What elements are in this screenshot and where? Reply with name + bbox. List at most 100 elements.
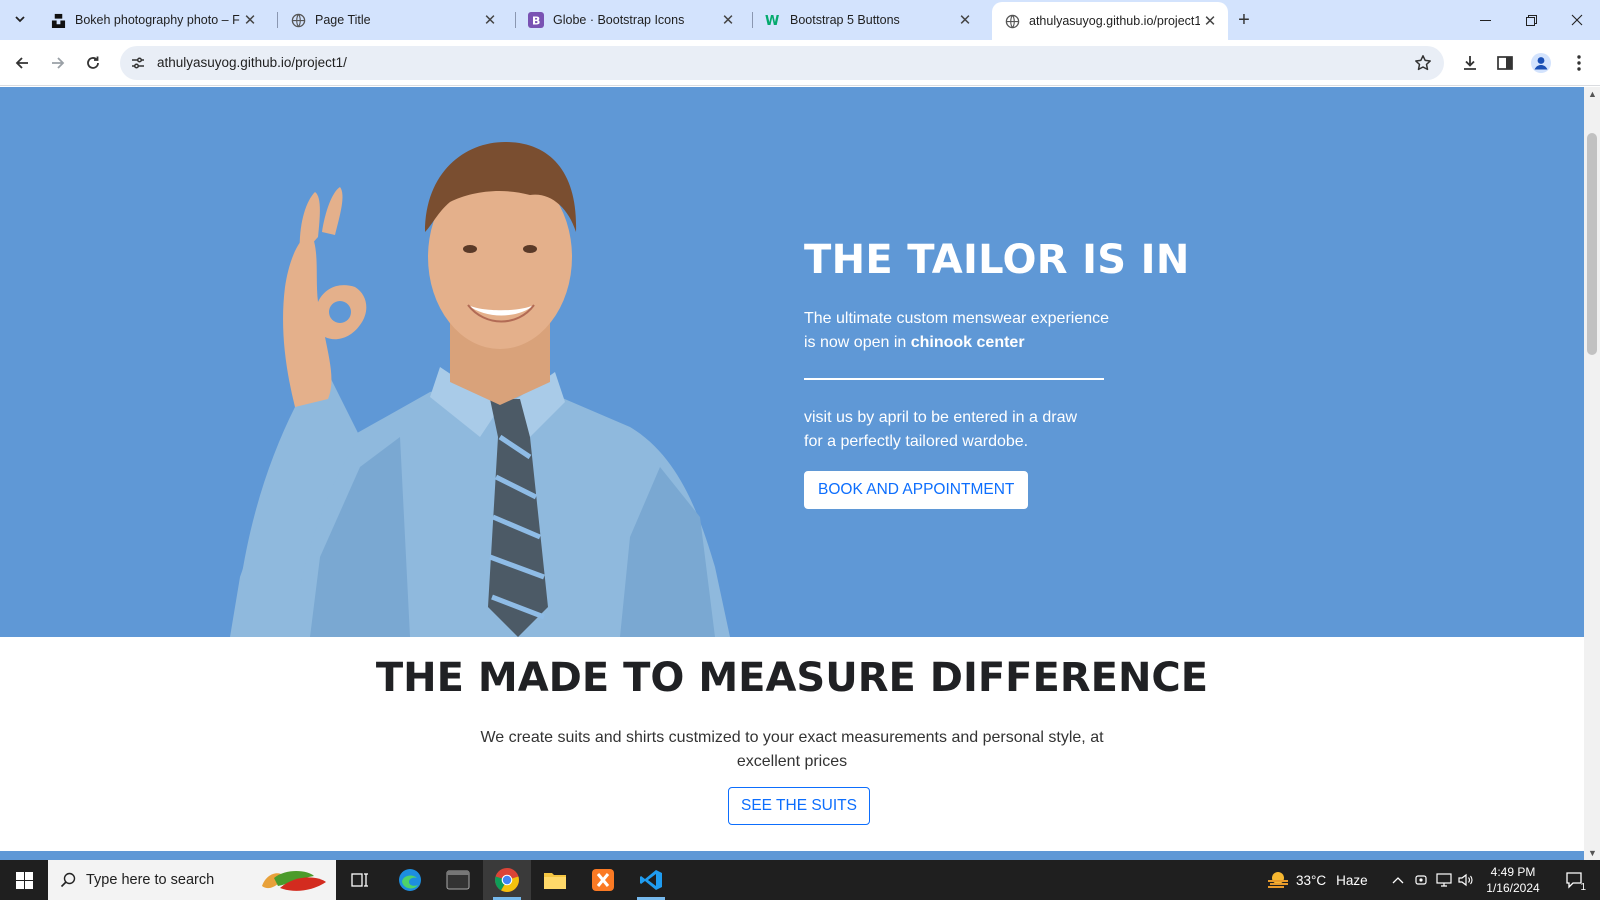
taskbar-xampp[interactable] — [579, 860, 627, 900]
weather-widget[interactable]: 33°C Haze — [1266, 860, 1368, 900]
network-icon[interactable] — [1436, 872, 1452, 888]
url-text[interactable]: athulyasuyog.github.io/project1/ — [157, 55, 347, 70]
difference-text: We create suits and shirts custmized to … — [480, 729, 1104, 770]
weather-temperature: 33°C — [1296, 872, 1327, 888]
tab-project1-active[interactable]: athulyasuyog.github.io/project1 ✕ — [992, 2, 1228, 40]
close-icon[interactable]: ✕ — [955, 10, 975, 30]
windows-logo-icon — [15, 871, 33, 889]
w3schools-icon: W — [765, 12, 781, 28]
tab-search-button[interactable] — [7, 6, 33, 32]
address-bar[interactable]: athulyasuyog.github.io/project1/ — [120, 46, 1444, 80]
chrome-icon — [495, 868, 519, 892]
tab-title: Globe · Bootstrap Icons — [553, 13, 685, 27]
minimize-button[interactable] — [1462, 0, 1508, 40]
terminal-icon — [446, 870, 470, 890]
taskbar-edge[interactable] — [386, 860, 434, 900]
arrow-left-icon — [15, 57, 28, 69]
taskbar-search-box[interactable]: Type here to search — [48, 860, 336, 900]
download-icon[interactable] — [1457, 50, 1483, 76]
scrollbar-thumb[interactable] — [1587, 133, 1597, 355]
new-tab-button[interactable]: + — [1232, 8, 1256, 32]
folder-icon — [544, 873, 566, 889]
menu-kebab-icon[interactable] — [1566, 50, 1592, 76]
tab-title: athulyasuyog.github.io/project1 — [1029, 14, 1200, 28]
tab-bootstrap-buttons[interactable]: W Bootstrap 5 Buttons ✕ — [753, 0, 983, 40]
task-view-button[interactable] — [336, 860, 384, 900]
start-button[interactable] — [0, 860, 48, 900]
arrow-right-icon — [52, 57, 65, 69]
search-placeholder: Type here to search — [86, 872, 215, 888]
search-icon — [60, 872, 76, 888]
windows-taskbar: Type here to search 33°C Haze 4:49 PM 1/… — [0, 860, 1600, 900]
volume-icon[interactable] — [1458, 872, 1474, 888]
reload-button[interactable] — [78, 48, 108, 78]
close-icon[interactable]: ✕ — [1200, 11, 1220, 31]
hero-title: THE TAILOR IS IN — [804, 237, 1190, 283]
system-clock[interactable]: 4:49 PM 1/16/2024 — [1478, 864, 1548, 896]
tab-strip: Bokeh photography photo – Fr ✕ Page Titl… — [0, 0, 1600, 40]
chevron-down-icon — [15, 16, 25, 23]
page-viewport: THE TAILOR IS IN The ultimate custom men… — [0, 87, 1584, 860]
minimize-icon — [1479, 19, 1491, 21]
tab-bootstrap-icons[interactable]: B Globe · Bootstrap Icons ✕ — [516, 0, 746, 40]
weather-condition: Haze — [1336, 872, 1368, 888]
vscode-icon — [640, 870, 662, 890]
hero-man-image — [230, 142, 730, 637]
close-icon[interactable]: ✕ — [480, 10, 500, 30]
chevron-up-icon[interactable] — [1390, 872, 1406, 888]
book-appointment-button[interactable]: BOOK AND APPOINTMENT — [804, 471, 1029, 509]
hero-text-block: THE TAILOR IS IN The ultimate custom men… — [804, 237, 1190, 509]
restore-icon — [1525, 14, 1537, 26]
see-the-suits-button[interactable]: SEE THE SUITS — [728, 787, 870, 825]
reload-icon — [87, 56, 99, 69]
close-icon — [1571, 14, 1583, 26]
next-section-strip — [0, 851, 1584, 860]
hero-location: chinook center — [910, 334, 1025, 351]
notification-center-button[interactable]: 1 — [1556, 860, 1592, 900]
hero-divider — [804, 378, 1104, 380]
hero-intro: The ultimate custom menswear experience … — [804, 307, 1124, 355]
difference-title: THE MADE TO MEASURE DIFFERENCE — [375, 655, 1209, 701]
clock-date: 1/16/2024 — [1486, 881, 1540, 895]
globe-icon — [1004, 13, 1020, 29]
hero-visit-line2: for a perfectly tailored wardobe. — [804, 433, 1029, 450]
hero-intro-line2: is now open in — [804, 334, 911, 351]
page-scrollbar[interactable]: ▲ ▼ — [1584, 87, 1600, 860]
browser-toolbar: athulyasuyog.github.io/project1/ — [0, 40, 1600, 86]
unsplash-icon — [50, 12, 66, 28]
meet-now-icon[interactable] — [1413, 872, 1429, 888]
close-window-button[interactable] — [1554, 0, 1600, 40]
restore-button[interactable] — [1508, 0, 1554, 40]
close-icon[interactable]: ✕ — [240, 10, 260, 30]
side-panel-icon[interactable] — [1492, 50, 1518, 76]
tab-page-title[interactable]: Page Title ✕ — [278, 0, 508, 40]
tab-title: Bokeh photography photo – Fr — [75, 13, 240, 27]
tab-title: Page Title — [315, 13, 371, 27]
tab-title: Bootstrap 5 Buttons — [790, 13, 900, 27]
bookmark-star-icon[interactable] — [1412, 52, 1434, 74]
svg-text:B: B — [532, 15, 540, 28]
scroll-up-arrow-icon[interactable]: ▲ — [1588, 89, 1597, 99]
taskbar-terminal[interactable] — [434, 860, 482, 900]
taskbar-vscode[interactable] — [627, 860, 675, 900]
chili-peppers-icon — [262, 871, 326, 891]
site-settings-icon[interactable] — [128, 53, 148, 73]
back-button[interactable] — [7, 48, 37, 78]
tab-bokeh[interactable]: Bokeh photography photo – Fr ✕ — [38, 0, 268, 40]
edge-icon — [399, 869, 421, 891]
notification-count: 1 — [1580, 882, 1586, 893]
bootstrap-icon: B — [528, 12, 544, 28]
scroll-down-arrow-icon[interactable]: ▼ — [1588, 848, 1597, 858]
hero-section: THE TAILOR IS IN The ultimate custom men… — [0, 87, 1584, 637]
taskbar-file-explorer[interactable] — [531, 860, 579, 900]
clock-time: 4:49 PM — [1490, 865, 1536, 879]
task-view-icon — [351, 873, 368, 887]
forward-button[interactable] — [43, 48, 73, 78]
close-icon[interactable]: ✕ — [718, 10, 738, 30]
plus-icon: + — [1238, 8, 1250, 31]
hero-intro-line1: The ultimate custom menswear experience — [804, 310, 1110, 327]
hero-visit-line1: visit us by april to be entered in a dra… — [804, 409, 1078, 426]
profile-avatar-icon[interactable] — [1528, 50, 1554, 76]
taskbar-chrome[interactable] — [483, 860, 531, 900]
haze-sun-icon — [1268, 872, 1288, 888]
